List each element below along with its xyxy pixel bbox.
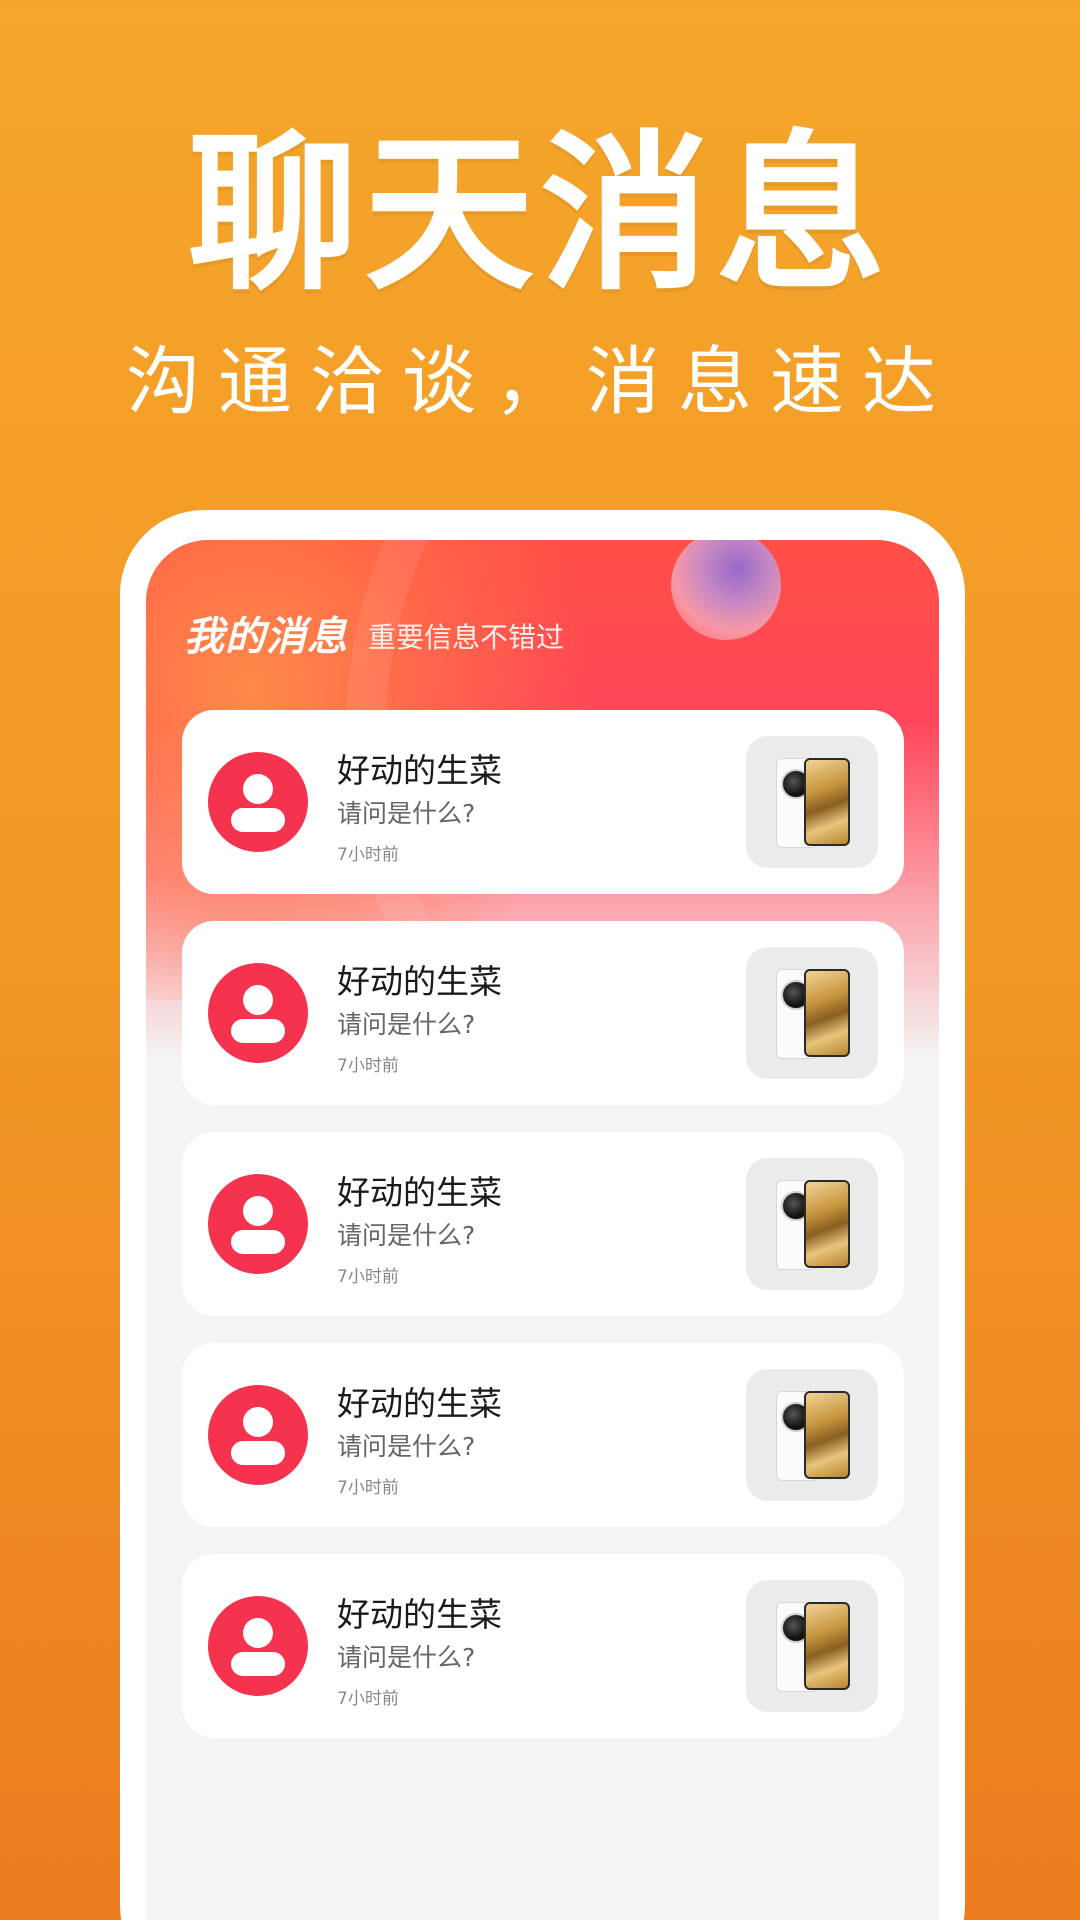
phone-product-image bbox=[776, 1180, 850, 1270]
avatar-body bbox=[231, 1441, 285, 1465]
avatar-head bbox=[243, 774, 273, 804]
message-item[interactable]: 好动的生菜 请问是什么? 7小时前 bbox=[182, 710, 904, 894]
avatar-body bbox=[231, 1019, 285, 1043]
avatar-head bbox=[243, 985, 273, 1015]
avatar-head bbox=[243, 1618, 273, 1648]
message-item[interactable]: 好动的生菜 请问是什么? 7小时前 bbox=[182, 1343, 904, 1527]
message-time: 7小时前 bbox=[337, 1478, 399, 1498]
phone-product-image bbox=[776, 1602, 850, 1692]
product-thumbnail[interactable] bbox=[746, 736, 878, 868]
product-thumbnail[interactable] bbox=[746, 947, 878, 1079]
avatar-body bbox=[231, 808, 285, 832]
sender-name: 好动的生菜 bbox=[337, 1595, 502, 1634]
message-preview: 请问是什么? bbox=[337, 1221, 476, 1250]
avatar-body bbox=[231, 1652, 285, 1676]
sender-name: 好动的生菜 bbox=[337, 962, 502, 1001]
phone-screen: 我的消息 重要信息不错过 好动的生菜 请问是什么? 7小时前 好动的生菜 请问是… bbox=[146, 540, 939, 1920]
phone-product-image bbox=[776, 969, 850, 1059]
message-preview: 请问是什么? bbox=[337, 1010, 476, 1039]
phone-front bbox=[804, 758, 850, 846]
message-time: 7小时前 bbox=[337, 1689, 399, 1709]
message-preview: 请问是什么? bbox=[337, 1432, 476, 1461]
product-thumbnail[interactable] bbox=[746, 1369, 878, 1501]
promo-title: 聊天消息 bbox=[187, 116, 892, 314]
product-thumbnail[interactable] bbox=[746, 1158, 878, 1290]
avatar-head bbox=[243, 1407, 273, 1437]
message-preview: 请问是什么? bbox=[337, 799, 476, 828]
avatar-head bbox=[243, 1196, 273, 1226]
avatar-body bbox=[231, 1230, 285, 1254]
message-time: 7小时前 bbox=[337, 1267, 399, 1287]
phone-front bbox=[804, 1180, 850, 1268]
sender-name: 好动的生菜 bbox=[337, 1384, 502, 1423]
product-thumbnail[interactable] bbox=[746, 1580, 878, 1712]
promo-subtitle: 沟通洽谈，消息速达 bbox=[126, 339, 954, 425]
message-list: 好动的生菜 请问是什么? 7小时前 好动的生菜 请问是什么? 7小时前 好动的生… bbox=[182, 710, 904, 1765]
user-avatar-icon[interactable] bbox=[208, 963, 308, 1063]
message-item[interactable]: 好动的生菜 请问是什么? 7小时前 bbox=[182, 921, 904, 1105]
user-avatar-icon[interactable] bbox=[208, 1174, 308, 1274]
phone-product-image bbox=[776, 758, 850, 848]
message-time: 7小时前 bbox=[337, 845, 399, 865]
section-subtitle: 重要信息不错过 bbox=[368, 621, 565, 654]
user-avatar-icon[interactable] bbox=[208, 1596, 308, 1696]
sender-name: 好动的生菜 bbox=[337, 751, 502, 790]
message-item[interactable]: 好动的生菜 请问是什么? 7小时前 bbox=[182, 1554, 904, 1738]
message-item[interactable]: 好动的生菜 请问是什么? 7小时前 bbox=[182, 1132, 904, 1316]
phone-product-image bbox=[776, 1391, 850, 1481]
message-preview: 请问是什么? bbox=[337, 1643, 476, 1672]
user-avatar-icon[interactable] bbox=[208, 752, 308, 852]
user-avatar-icon[interactable] bbox=[208, 1385, 308, 1485]
phone-front bbox=[804, 1602, 850, 1690]
phone-frame: 我的消息 重要信息不错过 好动的生菜 请问是什么? 7小时前 好动的生菜 请问是… bbox=[120, 510, 965, 1920]
section-title: 我的消息 bbox=[184, 614, 348, 660]
phone-front bbox=[804, 969, 850, 1057]
message-time: 7小时前 bbox=[337, 1056, 399, 1076]
sender-name: 好动的生菜 bbox=[337, 1173, 502, 1212]
phone-front bbox=[804, 1391, 850, 1479]
